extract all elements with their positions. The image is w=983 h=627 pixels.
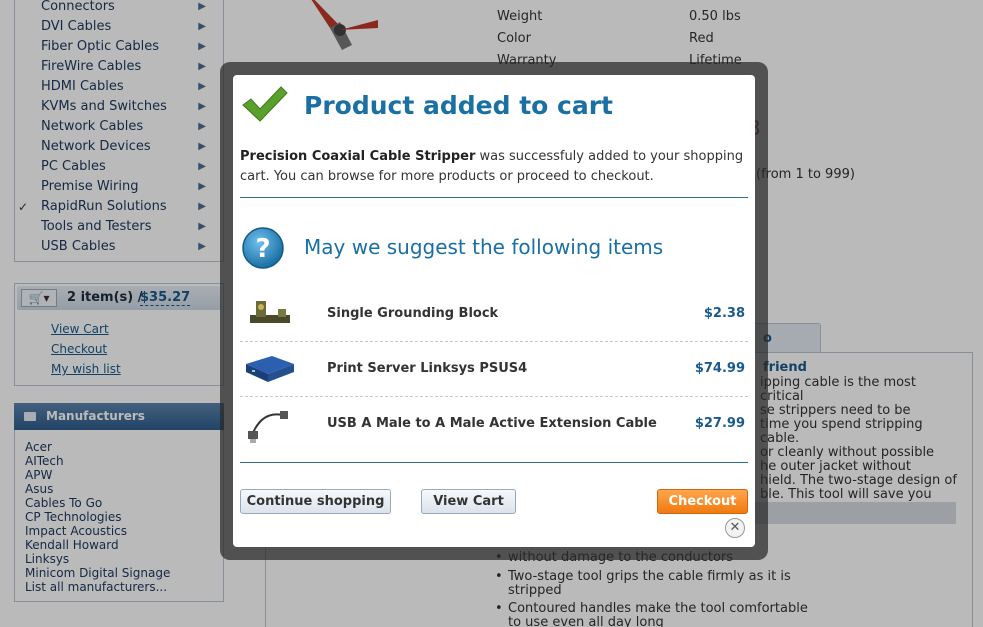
suggestion-row[interactable]: Print Server Linksys PSUS4 $74.99 (240, 342, 748, 397)
checkout-button[interactable]: Checkout (657, 489, 748, 514)
usb-cable-image[interactable] (242, 405, 296, 445)
added-to-cart-dialog: Product added to cart Precision Coaxial … (233, 75, 755, 547)
svg-text:?: ? (255, 234, 270, 264)
grounding-block-image[interactable] (242, 295, 296, 335)
checkmark-icon (242, 86, 288, 122)
added-message: Precision Coaxial Cable Stripper was suc… (240, 147, 750, 187)
suggestion-name[interactable]: Print Server Linksys PSUS4 (327, 361, 527, 376)
close-icon[interactable]: ✕ (725, 518, 745, 538)
suggestion-price: $27.99 (694, 416, 745, 431)
divider (240, 197, 748, 198)
suggestion-price: $2.38 (703, 306, 745, 321)
suggest-title: May we suggest the following items (304, 235, 664, 259)
divider (240, 462, 748, 463)
suggestion-name[interactable]: USB A Male to A Male Active Extension Ca… (327, 416, 657, 431)
added-product-name: Precision Coaxial Cable Stripper (240, 149, 476, 164)
suggestion-row[interactable]: USB A Male to A Male Active Extension Ca… (240, 397, 748, 452)
print-server-image[interactable] (242, 350, 296, 390)
question-icon: ? (242, 227, 284, 269)
view-cart-button[interactable]: View Cart (421, 489, 516, 514)
continue-shopping-button[interactable]: Continue shopping (240, 489, 391, 514)
dialog-title: Product added to cart (304, 91, 614, 120)
suggestion-name[interactable]: Single Grounding Block (327, 306, 498, 321)
suggestion-price: $74.99 (694, 361, 745, 376)
suggestion-row[interactable]: Single Grounding Block $2.38 (240, 287, 748, 342)
